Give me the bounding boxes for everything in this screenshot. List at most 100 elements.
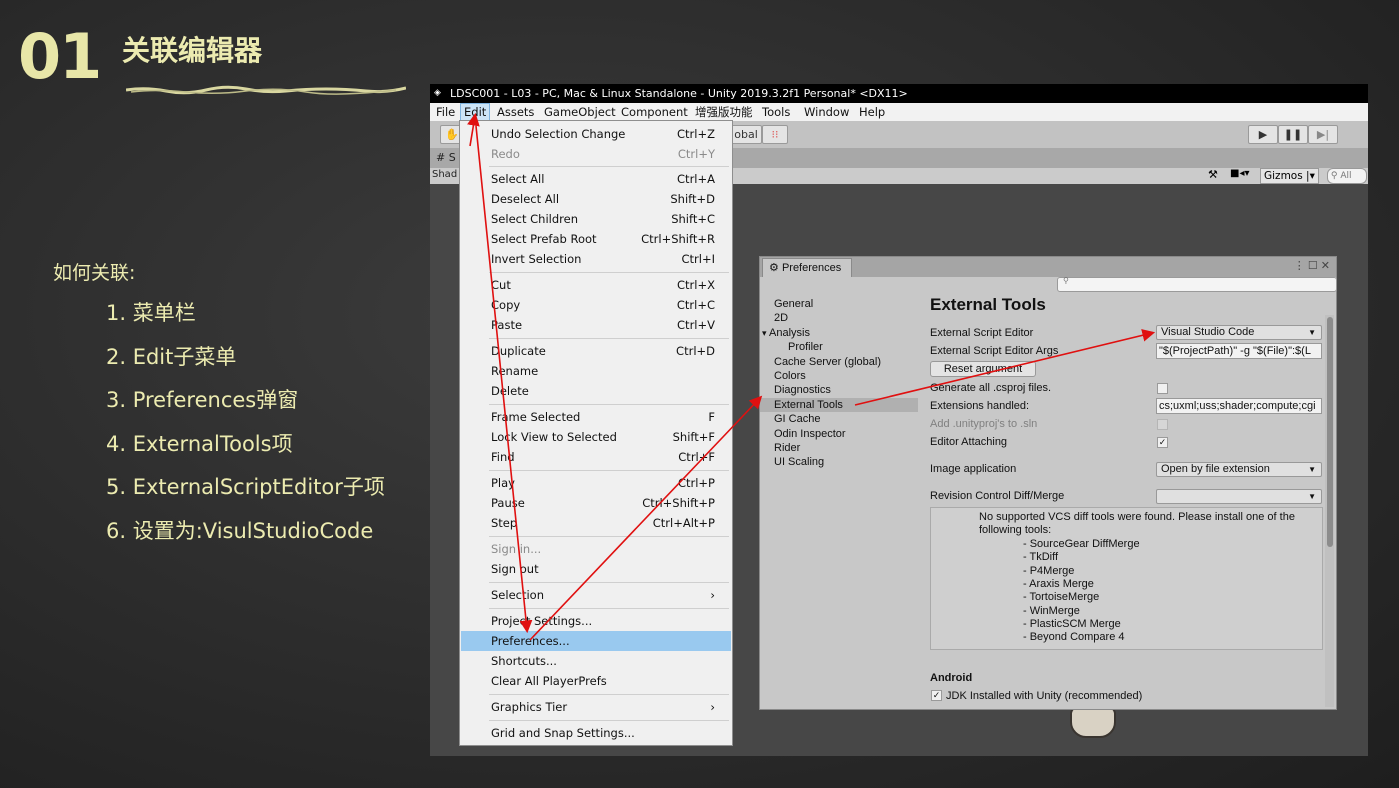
steps-list: 1. 菜单栏 2. Edit子菜单 3. Preferences弹窗 4. Ex… xyxy=(106,296,385,557)
edit-menu-item[interactable]: Select All Ctrl+A xyxy=(461,169,731,189)
chevron-down-icon: ▼ xyxy=(1308,328,1316,337)
menu-item-label: Play xyxy=(491,476,515,490)
edit-menu-item[interactable]: Lock View to Selected Shift+F xyxy=(461,427,731,447)
add-unityproj-label: Add .unityproj's to .sln xyxy=(930,418,1038,430)
edit-menu-item[interactable]: Frame Selected F xyxy=(461,407,731,427)
menu-item-label: Sign in... xyxy=(491,542,542,556)
edit-menu-item[interactable]: Step Ctrl+Alt+P xyxy=(461,513,731,533)
preferences-tab[interactable]: ⚙ Preferences xyxy=(762,258,852,277)
menu-enhanced[interactable]: 增强版功能 xyxy=(692,103,756,121)
script-editor-args-field[interactable]: "$(ProjectPath)" -g "$(File)":$(L xyxy=(1156,343,1322,359)
menu-item-label: Clear All PlayerPrefs xyxy=(491,674,607,688)
camera-icon[interactable]: ■◂▾ xyxy=(1230,168,1250,179)
preferences-window: ⚙ Preferences ⋮ ☐ ✕ ⚲ General 2D ▾ Analysi… xyxy=(759,256,1337,710)
edit-menu-item[interactable]: Preferences... xyxy=(461,631,731,651)
menu-separator xyxy=(489,536,729,537)
window-controls[interactable]: ⋮ ☐ ✕ xyxy=(1294,259,1330,272)
image-application-dropdown[interactable]: Open by file extension ▼ xyxy=(1156,462,1322,477)
edit-menu-item[interactable]: Find Ctrl+F xyxy=(461,447,731,467)
sidebar-item[interactable]: ▾ Analysis xyxy=(762,326,815,340)
script-editor-dropdown[interactable]: Visual Studio Code ▼ xyxy=(1156,325,1322,340)
edit-menu-item[interactable]: Selection › xyxy=(461,585,731,605)
edit-menu-item[interactable]: Invert Selection Ctrl+I xyxy=(461,249,731,269)
menu-tools[interactable]: Tools xyxy=(759,103,793,121)
tools-icon[interactable]: ⚒ xyxy=(1208,168,1218,181)
edit-menu-item[interactable]: Graphics Tier › xyxy=(461,697,731,717)
reset-argument-button[interactable]: Reset argument xyxy=(930,361,1036,377)
menu-item-label: Undo Selection Change xyxy=(491,127,626,141)
scrollbar-thumb[interactable] xyxy=(1327,317,1333,547)
preferences-search-input[interactable]: ⚲ xyxy=(1057,276,1337,292)
sidebar-item[interactable]: Odin Inspector xyxy=(774,427,846,441)
scene-tab-label: S xyxy=(448,151,456,164)
menu-window[interactable]: Window xyxy=(801,103,852,121)
menu-gameobject[interactable]: GameObject xyxy=(541,103,619,121)
generate-csproj-checkbox[interactable] xyxy=(1157,383,1168,394)
edit-menu-item[interactable]: Play Ctrl+P xyxy=(461,473,731,493)
menu-item-label: Selection xyxy=(491,588,544,602)
menu-component[interactable]: Component xyxy=(618,103,691,121)
scene-object[interactable] xyxy=(1070,706,1116,738)
edit-menu-item[interactable]: Rename xyxy=(461,361,731,381)
edit-menu-item[interactable]: Project Settings... xyxy=(461,611,731,631)
extensions-field[interactable]: cs;uxml;uss;shader;compute;cgi xyxy=(1156,398,1322,414)
snap-button[interactable]: ⁝⁝ xyxy=(762,125,788,144)
menu-file[interactable]: File xyxy=(433,103,458,121)
menu-bar: File Edit Assets GameObject Component 增强… xyxy=(430,103,1368,121)
edit-menu-item[interactable]: Duplicate Ctrl+D xyxy=(461,341,731,361)
global-toggle[interactable]: obal xyxy=(730,125,762,144)
edit-menu-item[interactable]: Sign out xyxy=(461,559,731,579)
vcs-help-box: No supported VCS diff tools were found. … xyxy=(930,507,1323,650)
edit-menu-item[interactable]: Pause Ctrl+Shift+P xyxy=(461,493,731,513)
edit-menu-item[interactable]: Paste Ctrl+V xyxy=(461,315,731,335)
gizmos-dropdown[interactable]: Gizmos |▾ xyxy=(1260,168,1319,184)
edit-menu-item[interactable]: Shortcuts... xyxy=(461,651,731,671)
edit-menu-item[interactable]: Select Prefab Root Ctrl+Shift+R xyxy=(461,229,731,249)
edit-menu-item[interactable]: Deselect All Shift+D xyxy=(461,189,731,209)
edit-menu-item[interactable]: Undo Selection Change Ctrl+Z xyxy=(461,124,731,144)
menu-item-shortcut: Ctrl+X xyxy=(677,278,715,292)
scene-search-placeholder: All xyxy=(1340,171,1352,181)
add-unityproj-checkbox[interactable] xyxy=(1157,419,1168,430)
sidebar-item[interactable]: External Tools xyxy=(760,397,918,413)
menu-assets[interactable]: Assets xyxy=(494,103,537,121)
pause-button[interactable]: ❚❚ xyxy=(1278,125,1308,144)
slide-number: 01 xyxy=(18,20,102,93)
jdk-checkbox[interactable]: ✓ xyxy=(931,690,942,701)
sidebar-item[interactable]: Profiler xyxy=(788,340,823,354)
sidebar-item[interactable]: Diagnostics xyxy=(774,383,831,397)
search-icon: ⚲ xyxy=(1063,276,1069,285)
sidebar-item[interactable]: Colors xyxy=(774,369,806,383)
revision-control-dropdown[interactable]: ▼ xyxy=(1156,489,1322,504)
vcs-tool-item: - Beyond Compare 4 xyxy=(1023,631,1125,644)
sidebar-item[interactable]: UI Scaling xyxy=(774,455,824,469)
edit-menu-item[interactable]: Clear All PlayerPrefs xyxy=(461,671,731,691)
menu-edit[interactable]: Edit xyxy=(460,103,491,121)
edit-menu-item[interactable]: Copy Ctrl+C xyxy=(461,295,731,315)
edit-menu-item[interactable]: Select Children Shift+C xyxy=(461,209,731,229)
vcs-tool-item: - TortoiseMerge xyxy=(1023,591,1100,604)
sidebar-item[interactable]: Rider xyxy=(774,441,800,455)
edit-menu-item[interactable]: Grid and Snap Settings... xyxy=(461,723,731,743)
scene-tab[interactable]: # S xyxy=(436,151,456,164)
menu-item-label: Paste xyxy=(491,318,523,332)
sidebar-item[interactable]: GI Cache xyxy=(774,412,820,426)
editor-attaching-checkbox[interactable]: ✓ xyxy=(1157,437,1168,448)
edit-menu-item[interactable]: Cut Ctrl+X xyxy=(461,275,731,295)
sidebar-item[interactable]: General xyxy=(774,297,813,311)
menu-item-shortcut: Ctrl+Shift+R xyxy=(641,232,715,246)
menu-help[interactable]: Help xyxy=(856,103,888,121)
shading-mode-dropdown[interactable]: Shad xyxy=(432,169,457,180)
slide-title: 关联编辑器 xyxy=(122,34,263,67)
chevron-down-icon: ▼ xyxy=(1308,492,1316,501)
play-button[interactable]: ▶ xyxy=(1248,125,1278,144)
sidebar-item[interactable]: 2D xyxy=(774,311,788,325)
edit-menu-item[interactable]: Delete xyxy=(461,381,731,401)
scene-search-input[interactable]: ⚲ All xyxy=(1327,168,1367,184)
step-button[interactable]: ▶| xyxy=(1308,125,1338,144)
howto-label: 如何关联: xyxy=(53,262,136,284)
menu-item-label: Find xyxy=(491,450,515,464)
menu-item-shortcut: Shift+D xyxy=(670,192,715,206)
expand-arrow-icon[interactable]: ▾ xyxy=(762,328,769,338)
sidebar-item[interactable]: Cache Server (global) xyxy=(774,355,881,369)
